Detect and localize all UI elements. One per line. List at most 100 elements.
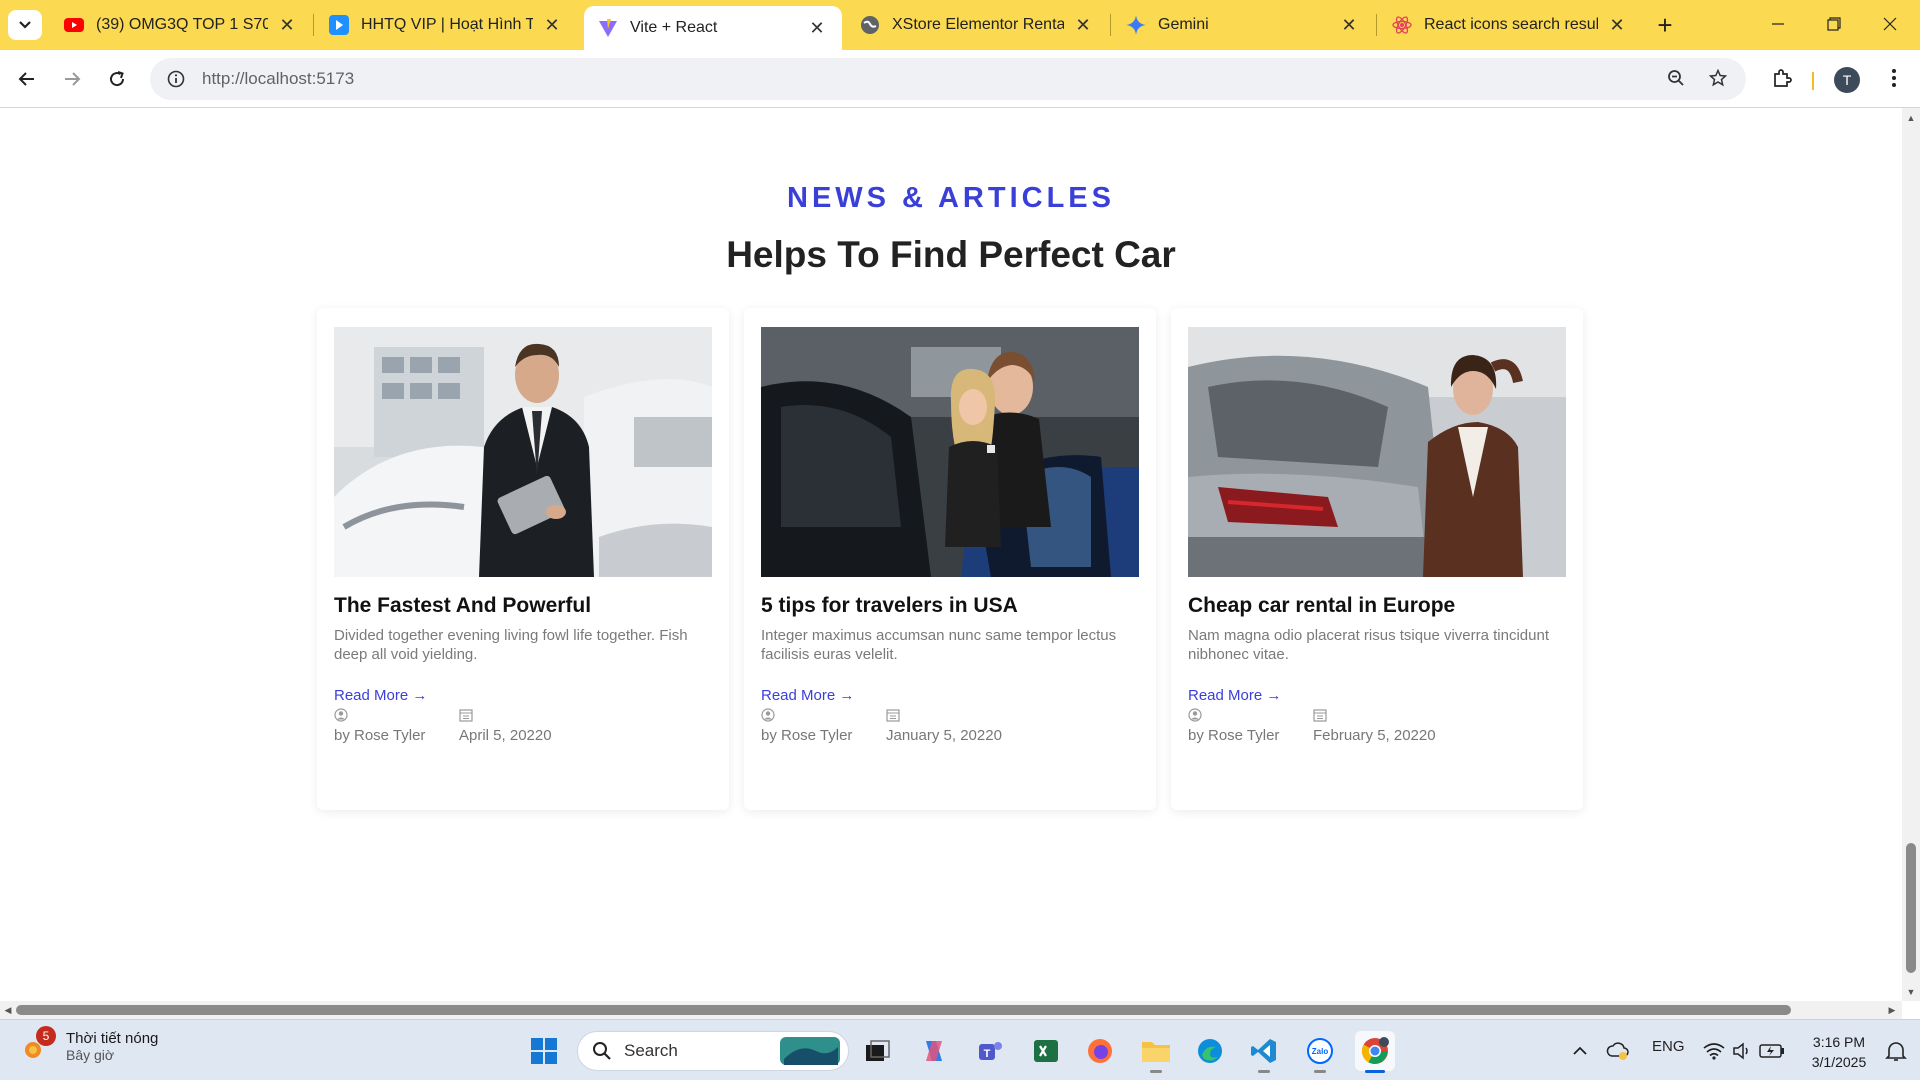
calendar-icon (1313, 709, 1327, 722)
toolbar-divider (1812, 72, 1814, 90)
zalo-button[interactable]: Zalo (1300, 1031, 1340, 1073)
tab-hhtq[interactable]: HHTQ VIP | Hoạt Hình Trung ✕ (315, 6, 577, 44)
scroll-left-icon[interactable]: ◀ (0, 1001, 16, 1019)
chrome-button[interactable] (1355, 1031, 1395, 1073)
user-icon (334, 708, 348, 722)
close-window-button[interactable] (1862, 0, 1918, 48)
edge-button[interactable] (1190, 1031, 1230, 1071)
start-button[interactable] (524, 1031, 564, 1071)
language-indicator[interactable]: ENG (1652, 1038, 1685, 1055)
cloud-warning-icon (1606, 1042, 1629, 1060)
extensions-button[interactable] (1762, 58, 1802, 98)
browser-menu-button[interactable] (1874, 58, 1914, 98)
excel-button[interactable] (1026, 1031, 1066, 1071)
windows-taskbar: 5 Thời tiết nóng Bây giờ Search T Zalo E… (0, 1019, 1920, 1080)
copilot-icon (926, 1041, 942, 1061)
section-eyebrow: NEWS & ARTICLES (787, 182, 1115, 214)
article-card: 5 tips for travelers in USA Integer maxi… (744, 308, 1156, 810)
article-title[interactable]: The Fastest And Powerful (334, 594, 591, 618)
forward-button[interactable] (55, 62, 89, 96)
profile-avatar[interactable]: T (1834, 67, 1860, 93)
restore-button[interactable] (1806, 0, 1862, 48)
file-explorer-button[interactable] (1136, 1031, 1176, 1073)
weather-title: Thời tiết nóng (66, 1030, 159, 1047)
article-image[interactable] (1188, 327, 1566, 577)
chevron-up-icon (1573, 1046, 1587, 1055)
vscode-button[interactable] (1244, 1031, 1284, 1073)
teams-button[interactable]: T (970, 1031, 1010, 1071)
read-more-link[interactable]: Read More → (761, 687, 854, 704)
article-title[interactable]: 5 tips for travelers in USA (761, 594, 1018, 618)
tab-youtube[interactable]: (39) OMG3Q TOP 1 S709 ID ✕ (50, 6, 312, 44)
browser-toolbar: http://localhost:5173 T (0, 50, 1920, 108)
onedrive-button[interactable] (1598, 1031, 1638, 1071)
chrome-icon (1361, 1037, 1389, 1064)
taskbar-search[interactable]: Search (577, 1031, 849, 1071)
back-button[interactable] (10, 62, 44, 96)
read-more-link[interactable]: Read More → (1188, 687, 1281, 704)
firefox-icon (1088, 1039, 1112, 1063)
scrollbar-thumb[interactable] (16, 1005, 1791, 1015)
react-icon (1392, 15, 1412, 35)
minimize-button[interactable] (1750, 0, 1806, 48)
excel-icon (1034, 1040, 1058, 1062)
reload-icon (110, 71, 125, 87)
minimize-icon (1772, 23, 1784, 25)
tab-vite-react[interactable]: Vite + React ✕ (584, 6, 842, 50)
reload-button[interactable] (100, 62, 134, 96)
search-icon (593, 1042, 611, 1060)
new-tab-button[interactable]: + (1650, 10, 1680, 40)
tab-react-icons[interactable]: React icons search results ✕ (1378, 6, 1642, 44)
hhtq-icon (329, 15, 349, 35)
user-icon (761, 708, 775, 722)
tab-title: React icons search results (1424, 16, 1598, 33)
star-icon (1709, 69, 1727, 87)
firefox-button[interactable] (1080, 1031, 1120, 1071)
tab-title: XStore Elementor Rental Ca (892, 16, 1064, 33)
more-vertical-icon (1892, 69, 1896, 87)
zoom-out-icon (1668, 70, 1684, 86)
vite-icon (598, 18, 618, 38)
close-icon[interactable]: ✕ (1072, 14, 1094, 36)
copilot-button[interactable] (914, 1031, 954, 1071)
article-description: Divided together evening living fowl lif… (334, 627, 688, 663)
bookmark-button[interactable] (1698, 58, 1738, 98)
tab-search-menu-button[interactable] (8, 10, 42, 40)
youtube-icon (64, 15, 84, 35)
scroll-down-icon[interactable]: ▼ (1902, 984, 1920, 1000)
tab-title: (39) OMG3Q TOP 1 S709 ID (96, 16, 268, 33)
read-more-link[interactable]: Read More → (334, 687, 427, 704)
notifications-button[interactable] (1876, 1031, 1916, 1071)
battery-button[interactable] (1752, 1031, 1792, 1071)
close-icon[interactable]: ✕ (806, 17, 828, 39)
zoom-button[interactable] (1656, 58, 1696, 98)
close-icon[interactable]: ✕ (276, 14, 298, 36)
tab-xstore[interactable]: XStore Elementor Rental Ca ✕ (846, 6, 1108, 44)
scroll-right-icon[interactable]: ▶ (1884, 1001, 1900, 1019)
article-author: by Rose Tyler (1188, 727, 1280, 744)
clock[interactable]: 3:16 PM 3/1/2025 (1800, 1032, 1878, 1072)
puzzle-icon (1774, 69, 1792, 87)
close-icon[interactable]: ✕ (541, 14, 563, 36)
address-bar[interactable]: http://localhost:5173 (150, 58, 1746, 100)
tab-gemini[interactable]: Gemini ✕ (1112, 6, 1374, 44)
article-title[interactable]: Cheap car rental in Europe (1188, 594, 1455, 618)
vertical-scrollbar[interactable]: ▲ ▼ (1902, 108, 1920, 1001)
site-info-icon[interactable] (164, 67, 188, 91)
scrollbar-thumb[interactable] (1906, 843, 1916, 973)
plus-icon: + (1657, 9, 1673, 40)
scroll-up-icon[interactable]: ▲ (1902, 110, 1920, 126)
weather-subtitle: Bây giờ (66, 1047, 115, 1063)
show-hidden-icons-button[interactable] (1560, 1031, 1600, 1071)
tab-separator (1110, 14, 1111, 36)
tab-title: Vite + React (630, 19, 718, 36)
weather-widget[interactable]: 5 Thời tiết nóng Bây giờ (22, 1025, 159, 1063)
horizontal-scrollbar[interactable]: ◀ ▶ (0, 1001, 1902, 1019)
close-icon[interactable]: ✕ (1606, 14, 1628, 36)
article-image[interactable] (334, 327, 712, 577)
close-icon[interactable]: ✕ (1338, 14, 1360, 36)
article-date: January 5, 20220 (886, 727, 1002, 744)
taskview-button[interactable] (858, 1031, 898, 1071)
article-image[interactable] (761, 327, 1139, 577)
notification-badge: 5 (36, 1025, 56, 1046)
